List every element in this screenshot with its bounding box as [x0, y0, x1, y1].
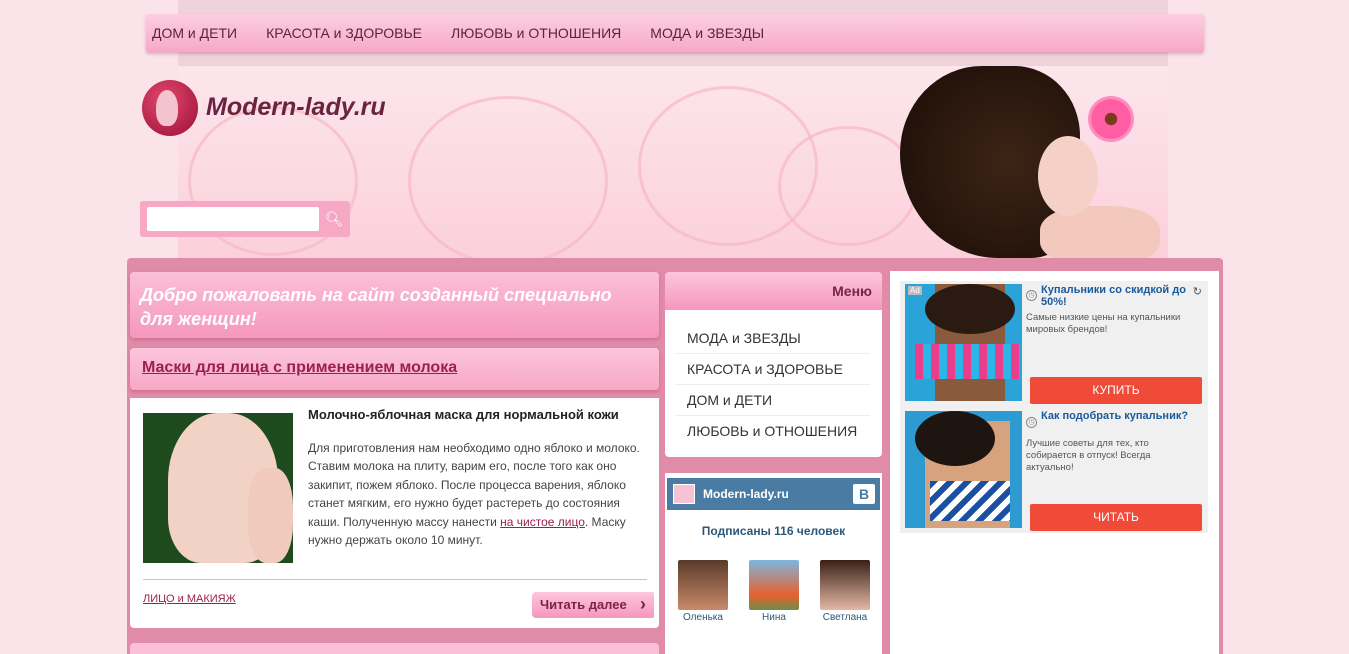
- article-text: Для приготовления нам необходимо одно яб…: [308, 439, 650, 549]
- vk-member[interactable]: Оленька: [675, 560, 731, 623]
- article-title-link[interactable]: Маски для лица с применением молока: [142, 359, 647, 377]
- vk-member-name[interactable]: Нина: [746, 612, 802, 623]
- nav-item-love-relations[interactable]: ЛЮБОВЬ и ОТНОШЕНИЯ: [451, 25, 621, 41]
- article-card: Молочно-яблочная маска для нормальной ко…: [130, 398, 659, 628]
- refresh-icon[interactable]: ↻: [1193, 285, 1202, 298]
- ad-block: Ad ◷ Купальники со скидкой до 50%! Самые…: [900, 281, 1208, 533]
- clock-icon: ◷: [1026, 290, 1037, 301]
- vk-widget: Modern-lady.ru B Подписаны 116 человек О…: [665, 473, 882, 654]
- ad-read-button[interactable]: ЧИТАТЬ: [1030, 504, 1202, 531]
- vk-logo-icon[interactable]: B: [853, 484, 875, 504]
- welcome-banner: Добро пожаловать на сайт созданный специ…: [130, 272, 659, 338]
- article-inline-link[interactable]: на чистое лицо: [500, 515, 585, 529]
- ad-title[interactable]: Купальники со скидкой до 50%!: [1041, 284, 1191, 308]
- search-input[interactable]: [147, 207, 319, 231]
- vk-group-title[interactable]: Modern-lady.ru: [703, 487, 789, 501]
- menu-item-love-relations[interactable]: ЛЮБОВЬ и ОТНОШЕНИЯ: [675, 416, 870, 447]
- ad-description[interactable]: Самые низкие цены на купальники мировых …: [1026, 312, 1196, 336]
- avatar[interactable]: [749, 560, 799, 610]
- vk-subscriber-count: Подписаны 116 человек: [701, 524, 846, 538]
- article-image[interactable]: [143, 413, 293, 563]
- flower-decoration: [408, 96, 608, 258]
- article-tag-link[interactable]: ЛИЦО и МАКИЯЖ: [143, 593, 236, 605]
- avatar[interactable]: [820, 560, 870, 610]
- nav-item-home-kids[interactable]: ДОМ и ДЕТИ: [152, 25, 237, 41]
- vk-member-name[interactable]: Оленька: [675, 612, 731, 623]
- welcome-text: Добро пожаловать на сайт созданный специ…: [140, 285, 612, 329]
- ad-image[interactable]: [905, 411, 1022, 528]
- ad-item[interactable]: Ad ◷ Купальники со скидкой до 50%! Самые…: [900, 281, 1208, 406]
- search-icon[interactable]: 🔍︎: [322, 207, 346, 231]
- logo-icon[interactable]: [142, 80, 198, 136]
- avatar[interactable]: [678, 560, 728, 610]
- vk-member[interactable]: Светлана: [817, 560, 873, 623]
- vk-group-avatar[interactable]: [673, 484, 695, 504]
- ad-item[interactable]: ◷ Как подобрать купальник? Лучшие советы…: [900, 408, 1208, 533]
- top-nav: ДОМ и ДЕТИ КРАСОТА и ЗДОРОВЬЕ ЛЮБОВЬ и О…: [146, 14, 1204, 52]
- vk-member-name[interactable]: Светлана: [817, 612, 873, 623]
- vk-widget-header[interactable]: Modern-lady.ru B: [667, 478, 880, 510]
- ad-buy-button[interactable]: КУПИТЬ: [1030, 377, 1202, 404]
- ad-image[interactable]: Ad: [905, 284, 1022, 401]
- header-model-image: [900, 66, 1170, 258]
- flower-decoration: [778, 126, 918, 246]
- nav-item-beauty-health[interactable]: КРАСОТА и ЗДОРОВЬЕ: [266, 25, 422, 41]
- article-header: Маски для лица с применением молока: [130, 348, 659, 390]
- ad-mark: Ad: [908, 286, 922, 295]
- next-article-card: [130, 643, 659, 654]
- article-subtitle: Молочно-яблочная маска для нормальной ко…: [308, 407, 619, 422]
- menu-item-fashion-stars[interactable]: МОДА и ЗВЕЗДЫ: [675, 323, 870, 354]
- vk-member[interactable]: Нина: [746, 560, 802, 623]
- clock-icon: ◷: [1026, 417, 1037, 428]
- menu-header: Меню: [665, 272, 882, 310]
- nav-item-fashion-stars[interactable]: МОДА и ЗВЕЗДЫ: [650, 25, 764, 41]
- menu-list: МОДА и ЗВЕЗДЫ КРАСОТА и ЗДОРОВЬЕ ДОМ и Д…: [665, 310, 882, 457]
- menu-item-home-kids[interactable]: ДОМ и ДЕТИ: [675, 385, 870, 416]
- divider: [143, 579, 647, 580]
- ad-title[interactable]: Как подобрать купальник?: [1041, 410, 1191, 422]
- site-logo-text[interactable]: Modern-lady.ru: [206, 93, 386, 122]
- menu-item-beauty-health[interactable]: КРАСОТА и ЗДОРОВЬЕ: [675, 354, 870, 385]
- ad-description[interactable]: Лучшие советы для тех, кто собирается в …: [1026, 438, 1196, 474]
- read-more-button[interactable]: Читать далее: [532, 592, 654, 618]
